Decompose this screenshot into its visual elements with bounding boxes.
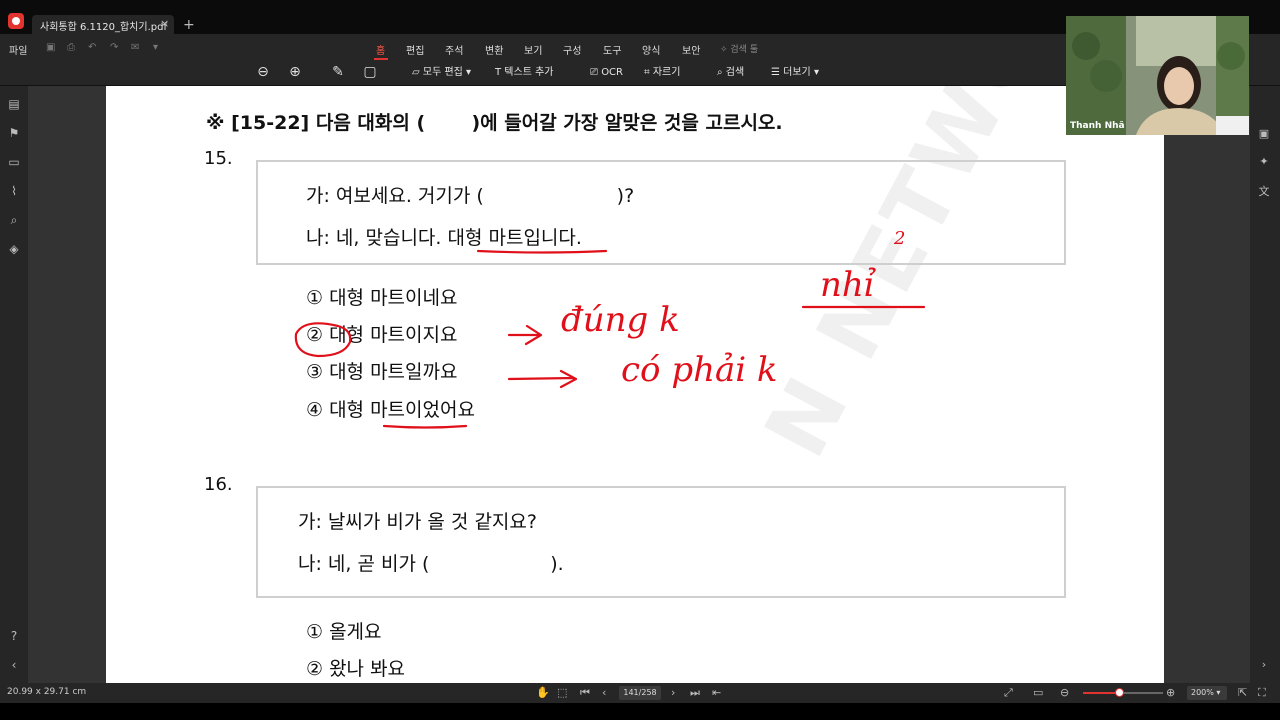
underline-daehyeong-mart xyxy=(476,249,608,254)
quick-access-dropdown-icon[interactable]: ▾ xyxy=(153,42,158,53)
new-tab-icon[interactable]: + xyxy=(183,17,195,33)
search-label: 검색 xyxy=(725,67,745,78)
menu-convert[interactable]: 변환 xyxy=(485,42,503,57)
document-tab[interactable]: 사회통합 6.1120_합치기.pdf × xyxy=(32,15,174,34)
menu-view[interactable]: 보기 xyxy=(524,42,542,57)
arrow-to-dung xyxy=(507,324,543,346)
search-button[interactable]: ⌕ 검색 xyxy=(717,65,744,81)
bookmark-icon[interactable]: ⚑ xyxy=(6,125,22,141)
select-tool-icon[interactable]: ⬚ xyxy=(557,686,567,699)
bottom-strip xyxy=(0,703,1280,720)
more-label: 더보기 xyxy=(783,67,811,78)
properties-icon[interactable]: ▣ xyxy=(1256,126,1272,142)
left-sidebar: ▤ ⚑ ▭ ⌇ ⌕ ◈ ? ‹ xyxy=(0,86,28,683)
search-tool[interactable]: ✧ 검색 툴 xyxy=(720,42,758,55)
menu-tools[interactable]: 도구 xyxy=(603,42,621,57)
attachment-icon[interactable]: ⌇ xyxy=(6,183,22,199)
layers-icon[interactable]: ◈ xyxy=(6,241,22,257)
next-page-icon[interactable]: › xyxy=(671,686,675,699)
annotation-co-phai: có phải k xyxy=(621,350,778,390)
zoom-level-select[interactable]: 200% ▾ xyxy=(1187,686,1227,700)
webcam-video xyxy=(1066,16,1249,135)
page-number-field[interactable]: 141/258 xyxy=(619,686,661,700)
menu-organize[interactable]: 구성 xyxy=(563,42,581,57)
help-icon[interactable]: ? xyxy=(6,628,22,644)
translate-icon[interactable]: 文 xyxy=(1256,184,1272,200)
thumbnails-icon[interactable]: ▤ xyxy=(6,96,22,112)
view-mode-icon[interactable]: ▭ xyxy=(1033,686,1043,699)
search-tool-label: 검색 툴 xyxy=(730,45,759,55)
ai-assistant-icon[interactable]: ✦ xyxy=(1256,154,1272,170)
zoom-out-icon[interactable]: ⊖ xyxy=(254,63,272,81)
tab-title: 사회통합 6.1120_합치기.pdf xyxy=(40,22,167,33)
menu-security[interactable]: 보안 xyxy=(682,42,700,57)
edit-all-button[interactable]: ▱ 모두 편집 ▾ xyxy=(412,65,471,81)
app-window: 사회통합 6.1120_합치기.pdf × + 파일 ▣ ⎙ ↶ ↷ ✉ ▾ 홈… xyxy=(0,0,1280,720)
search-panel-icon[interactable]: ⌕ xyxy=(6,212,22,228)
zoom-slider[interactable] xyxy=(1083,688,1163,697)
menu-forms[interactable]: 양식 xyxy=(642,42,660,57)
menu-home[interactable]: 홈 xyxy=(376,42,385,57)
first-page-icon[interactable]: ⏮ xyxy=(580,686,590,700)
menu-comment[interactable]: 주석 xyxy=(445,42,463,57)
hand-tool-icon[interactable]: ✋ xyxy=(536,686,550,699)
page-navigation-icon[interactable]: ⇤ xyxy=(712,686,721,699)
zoom-out-status-icon[interactable]: ⊖ xyxy=(1060,686,1069,699)
tab-close-icon[interactable]: × xyxy=(160,17,169,30)
redo-icon[interactable]: ↷ xyxy=(110,42,118,53)
page-size-readout: 20.99 x 29.71 cm xyxy=(7,687,87,697)
shape-icon[interactable]: ▢ xyxy=(361,63,379,81)
open-external-icon[interactable]: ⇱ xyxy=(1238,686,1247,699)
menu-file[interactable]: 파일 xyxy=(9,42,27,57)
ink-annotations: đúng k có phải k nhỉ 2 xyxy=(294,228,926,429)
fit-page-icon[interactable]: ⤢ xyxy=(1004,686,1013,700)
highlight-icon[interactable]: ✎ xyxy=(329,63,347,81)
document-viewport[interactable]: N NETWORK ※ [15-22] 다음 대화의 ( )에 들어갈 가장 알… xyxy=(28,86,1250,683)
zoom-slider-handle[interactable] xyxy=(1115,688,1124,697)
add-text-label: 텍스트 추가 xyxy=(504,67,554,78)
annotation-dung: đúng k xyxy=(561,300,680,340)
ocr-label: OCR xyxy=(601,67,623,78)
comments-icon[interactable]: ▭ xyxy=(6,154,22,170)
pdf-page: N NETWORK ※ [15-22] 다음 대화의 ( )에 들어갈 가장 알… xyxy=(106,86,1164,683)
zoom-in-status-icon[interactable]: ⊕ xyxy=(1166,686,1175,699)
add-text-button[interactable]: T 텍스트 추가 xyxy=(495,65,553,81)
webcam-overlay: Thanh Nhã xyxy=(1066,16,1249,135)
zoom-level: 200% xyxy=(1191,688,1214,697)
last-page-icon[interactable]: ⏭ xyxy=(690,686,700,700)
collapse-right-icon[interactable]: › xyxy=(1256,657,1272,673)
menu-edit[interactable]: 편집 xyxy=(406,42,424,57)
annotation-nhi: nhỉ xyxy=(820,265,876,305)
collapse-left-icon[interactable]: ‹ xyxy=(6,657,22,673)
prev-page-icon[interactable]: ‹ xyxy=(602,686,606,699)
ocr-button[interactable]: ⎚ OCR xyxy=(590,65,623,81)
undo-icon[interactable]: ↶ xyxy=(88,42,96,53)
participant-name: Thanh Nhã xyxy=(1070,121,1125,131)
save-icon[interactable]: ▣ xyxy=(46,42,55,53)
crop-button[interactable]: ⌗ 자르기 xyxy=(644,65,680,81)
zoom-in-icon[interactable]: ⊕ xyxy=(286,63,304,81)
total-pages: /258 xyxy=(638,688,657,697)
fullscreen-icon[interactable]: ⛶ xyxy=(1258,686,1266,700)
print-icon[interactable]: ⎙ xyxy=(67,42,75,53)
app-logo-icon xyxy=(8,13,24,29)
mail-icon[interactable]: ✉ xyxy=(131,42,139,53)
zoom-slider-fill xyxy=(1083,692,1119,694)
annotation-mark: 2 xyxy=(893,228,905,249)
crop-label: 자르기 xyxy=(652,67,681,78)
status-bar: 20.99 x 29.71 cm ✋ ⬚ ⏮ ‹ 141/258 › ⏭ ⇤ ⤢… xyxy=(0,683,1280,703)
more-button[interactable]: ☰ 더보기 ▾ xyxy=(771,65,819,81)
circle-option-2 xyxy=(294,322,352,358)
arrow-to-co-phai xyxy=(507,369,578,389)
underline-mart-ieosseoyo xyxy=(382,424,468,429)
right-sidebar: ▣ ✦ 文 › xyxy=(1250,86,1280,683)
current-page: 141 xyxy=(623,688,639,697)
edit-all-label: 모두 편집 xyxy=(422,67,463,78)
